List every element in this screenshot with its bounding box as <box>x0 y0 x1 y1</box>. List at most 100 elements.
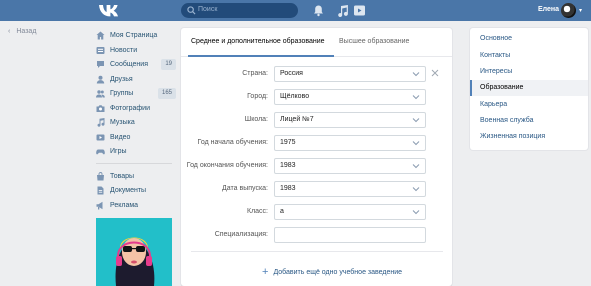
form-row-start-year: Год начала обучения: 1975 <box>181 135 452 151</box>
user-name[interactable]: Елена <box>538 6 559 13</box>
menu-item-interests[interactable]: Интересы <box>470 64 588 80</box>
menu-item-contacts[interactable]: Контакты <box>470 48 588 64</box>
nav-label: Сообщения <box>110 61 148 68</box>
video-play-icon[interactable] <box>353 4 366 17</box>
form-row-school: Школа: Лицей №7 <box>181 112 452 128</box>
nav-item-my-page[interactable]: Моя Страница <box>96 29 176 44</box>
nav-item-ads[interactable]: Реклама <box>96 199 176 214</box>
ad-image[interactable] <box>96 218 172 286</box>
nav-label: Друзья <box>110 75 133 83</box>
education-tabs: Среднее и дополнительное образование Выс… <box>181 28 452 57</box>
video-icon <box>96 134 105 140</box>
menu-item-main[interactable]: Основное <box>470 31 588 47</box>
city-select[interactable]: Щёлково <box>274 89 426 105</box>
nav-label: Группы <box>110 90 134 97</box>
nav-item-goods[interactable]: Товары <box>96 170 176 185</box>
tab-higher-education[interactable]: Высшее образование <box>339 38 409 45</box>
menu-item-career[interactable]: Карьера <box>470 97 588 113</box>
nav-label: Документы <box>110 187 147 194</box>
class-label: Класс: <box>247 208 268 215</box>
back-link[interactable]: ‹ Назад <box>8 28 36 35</box>
chevron-left-icon: ‹ <box>8 28 11 35</box>
home-icon <box>96 31 105 40</box>
education-card: Среднее и дополнительное образование Выс… <box>181 28 452 286</box>
friends-icon <box>96 75 105 83</box>
nav-item-music[interactable]: Музыка <box>96 116 176 131</box>
country-select[interactable]: Россия <box>274 66 426 82</box>
add-school-button[interactable]: + Добавить ещё одно учебное заведение <box>262 266 402 278</box>
left-nav: Моя Страница Новости Сообщения 19 Друзья… <box>96 29 176 213</box>
camera-icon <box>96 104 105 112</box>
groups-icon <box>96 90 105 98</box>
messages-icon <box>97 61 104 68</box>
nav-label: Новости <box>110 46 138 54</box>
end-year-select[interactable]: 1983 <box>274 158 426 174</box>
specialization-label: Специализация: <box>214 231 268 238</box>
form-row-country: Страна: Россия <box>181 66 452 82</box>
form-divider <box>191 251 443 252</box>
chevron-down-icon <box>412 95 420 100</box>
form-row-end-year: Год окончания обучения: 1983 <box>181 158 452 174</box>
chevron-down-icon <box>412 72 420 77</box>
nav-label: Музыка <box>110 119 135 126</box>
start-year-value: 1975 <box>280 139 296 146</box>
chevron-down-icon <box>412 141 420 146</box>
graduation-date-value: 1983 <box>280 185 296 192</box>
nav-item-friends[interactable]: Друзья <box>96 73 176 88</box>
graduation-date-label: Дата выпуска: <box>222 185 268 192</box>
plus-icon: + <box>262 266 269 278</box>
school-select[interactable]: Лицей №7 <box>274 112 426 128</box>
chevron-down-icon <box>412 210 420 215</box>
class-select[interactable]: а <box>274 204 426 220</box>
menu-item-life-position[interactable]: Жизненная позиция <box>470 129 588 145</box>
gamepad-icon <box>96 149 105 155</box>
nav-item-messages[interactable]: Сообщения 19 <box>96 58 176 73</box>
nav-item-video[interactable]: Видео <box>96 131 176 146</box>
end-year-label: Год окончания обучения: <box>186 162 268 169</box>
groups-count-badge: 165 <box>157 88 176 99</box>
music-note-icon <box>97 118 105 127</box>
add-school-label: Добавить ещё одно учебное заведение <box>273 269 403 276</box>
city-label: Город: <box>247 93 268 100</box>
tab-secondary-education[interactable]: Среднее и дополнительное образование <box>191 38 325 45</box>
search-input[interactable]: Поиск <box>181 3 298 18</box>
search-icon <box>187 6 196 15</box>
form-row-graduation-date: Дата выпуска: 1983 <box>181 181 452 197</box>
shopping-bag-icon <box>97 171 104 180</box>
chevron-down-icon <box>412 187 420 192</box>
graduation-date-select[interactable]: 1983 <box>274 181 426 197</box>
start-year-label: Год начала обучения: <box>197 139 268 146</box>
avatar[interactable] <box>561 3 576 18</box>
menu-item-education[interactable]: Образование <box>470 80 588 96</box>
form-row-city: Город: Щёлково <box>181 89 452 105</box>
nav-item-documents[interactable]: Документы <box>96 184 176 199</box>
nav-label: Моя Страница <box>110 32 158 39</box>
chevron-down-icon[interactable]: ▾ <box>579 7 582 14</box>
messages-count-badge: 19 <box>161 59 176 70</box>
top-bar: Поиск Елена ▾ <box>0 0 591 21</box>
menu-item-military[interactable]: Военная служба <box>470 113 588 129</box>
music-icon[interactable] <box>336 4 349 17</box>
end-year-value: 1983 <box>280 162 296 169</box>
news-icon <box>96 46 105 54</box>
school-label: Школа: <box>244 116 268 123</box>
document-icon <box>97 186 104 195</box>
chevron-down-icon <box>412 118 420 123</box>
form-row-class: Класс: а <box>181 204 452 220</box>
close-icon[interactable] <box>431 69 439 77</box>
vk-logo[interactable] <box>98 4 118 17</box>
nav-label: Фотографии <box>110 104 151 112</box>
start-year-select[interactable]: 1975 <box>274 135 426 151</box>
nav-label: Товары <box>110 172 135 180</box>
bell-icon[interactable] <box>312 4 325 17</box>
search-placeholder: Поиск <box>198 6 218 13</box>
nav-item-news[interactable]: Новости <box>96 44 176 59</box>
nav-item-groups[interactable]: Группы 165 <box>96 87 176 102</box>
specialization-input[interactable] <box>274 227 426 243</box>
nav-item-photos[interactable]: Фотографии <box>96 102 176 117</box>
nav-item-games[interactable]: Игры <box>96 145 176 160</box>
active-tab-indicator <box>188 55 334 57</box>
nav-divider <box>96 162 172 164</box>
school-value: Лицей №7 <box>280 116 314 123</box>
country-value: Россия <box>280 70 303 77</box>
